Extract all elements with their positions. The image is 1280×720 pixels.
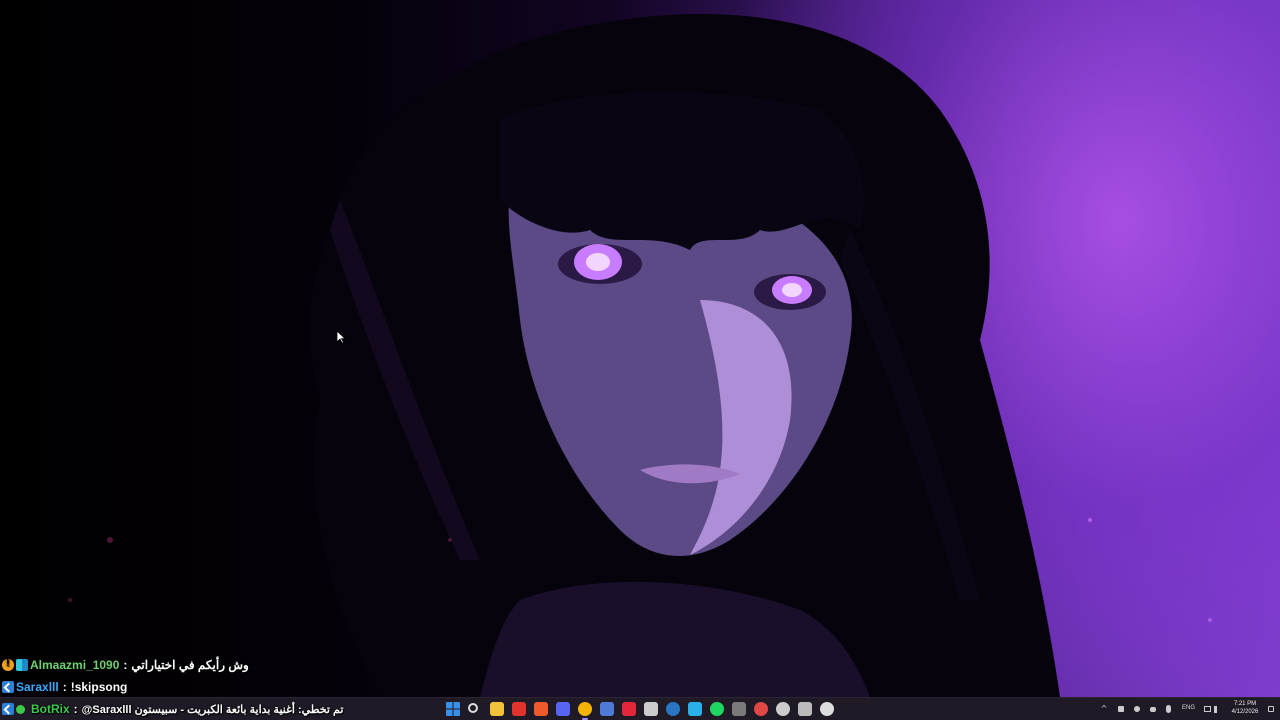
- notification-bell-icon[interactable]: [1268, 706, 1274, 712]
- obs-icon[interactable]: [820, 702, 834, 716]
- clock-time: 7:21 PM: [1233, 701, 1257, 707]
- chat-text: !skipsong: [70, 680, 128, 694]
- clock[interactable]: 7:21 PM 4/12/2026: [1228, 700, 1262, 716]
- network-icon[interactable]: [1204, 706, 1211, 712]
- keyboard-icon[interactable]: [798, 702, 812, 716]
- chrome-icon[interactable]: [578, 702, 592, 720]
- chat-text: @Saraxlll تم تخطي: أغنية بداية بائعة الك…: [81, 703, 344, 716]
- photos-icon[interactable]: [688, 702, 702, 716]
- volume-icon[interactable]: [1214, 706, 1221, 713]
- desktop-wallpaper: [0, 0, 1280, 697]
- chat-username: Saraxlll: [16, 680, 59, 694]
- chat-message: BotRix : @Saraxlll تم تخطي: أغنية بداية …: [2, 700, 343, 718]
- search-icon[interactable]: [468, 703, 478, 713]
- language-indicator[interactable]: ENG: [1182, 705, 1195, 711]
- vpn-icon[interactable]: [600, 702, 614, 716]
- chat-username: BotRix: [31, 702, 70, 716]
- steam-icon[interactable]: [666, 702, 680, 716]
- chat-message: Saraxlll : !skipsong: [2, 678, 127, 696]
- chat-separator: :: [62, 680, 67, 694]
- screen-recorder-icon[interactable]: [512, 702, 526, 716]
- microphone-icon[interactable]: [1166, 705, 1171, 713]
- chat-text: وش رأيكم في اختياراتي: [131, 658, 249, 672]
- xbox-icon[interactable]: [732, 702, 746, 716]
- adobe-icon[interactable]: [622, 702, 636, 716]
- game-launcher-icon[interactable]: [754, 702, 768, 716]
- mouse-cursor: [336, 330, 346, 344]
- brave-browser-icon[interactable]: [534, 702, 548, 716]
- tray-app-icon[interactable]: [1118, 706, 1124, 712]
- tray-chevron-icon[interactable]: ^: [1100, 704, 1108, 714]
- taskbar: BotRix : @Saraxlll تم تخطي: أغنية بداية …: [0, 697, 1280, 720]
- online-badge-icon: [16, 705, 25, 714]
- tray-app-icon[interactable]: [1134, 706, 1140, 712]
- clock-date: 4/12/2026: [1231, 709, 1259, 715]
- bot-badge-icon: [2, 681, 14, 693]
- chat-separator: :: [73, 702, 78, 716]
- bot-badge-icon: [2, 703, 14, 715]
- spotify-icon[interactable]: [710, 702, 724, 716]
- back-arrow-icon[interactable]: [776, 702, 790, 716]
- chat-username: Almaazmi_1090: [30, 658, 120, 672]
- gold-badge-icon: [2, 658, 14, 671]
- windows-start-icon[interactable]: [446, 702, 460, 716]
- grid-badge-icon: [16, 659, 28, 671]
- chat-message: Almaazmi_1090 : وش رأيكم في اختياراتي: [2, 656, 249, 674]
- discord-icon[interactable]: [556, 702, 570, 716]
- wallpaper-art: [68, 14, 1212, 697]
- tray-chat-icon[interactable]: [1150, 707, 1156, 712]
- chat-separator: :: [123, 658, 128, 672]
- file-explorer-icon[interactable]: [490, 702, 504, 716]
- app-grid-icon[interactable]: [644, 702, 658, 716]
